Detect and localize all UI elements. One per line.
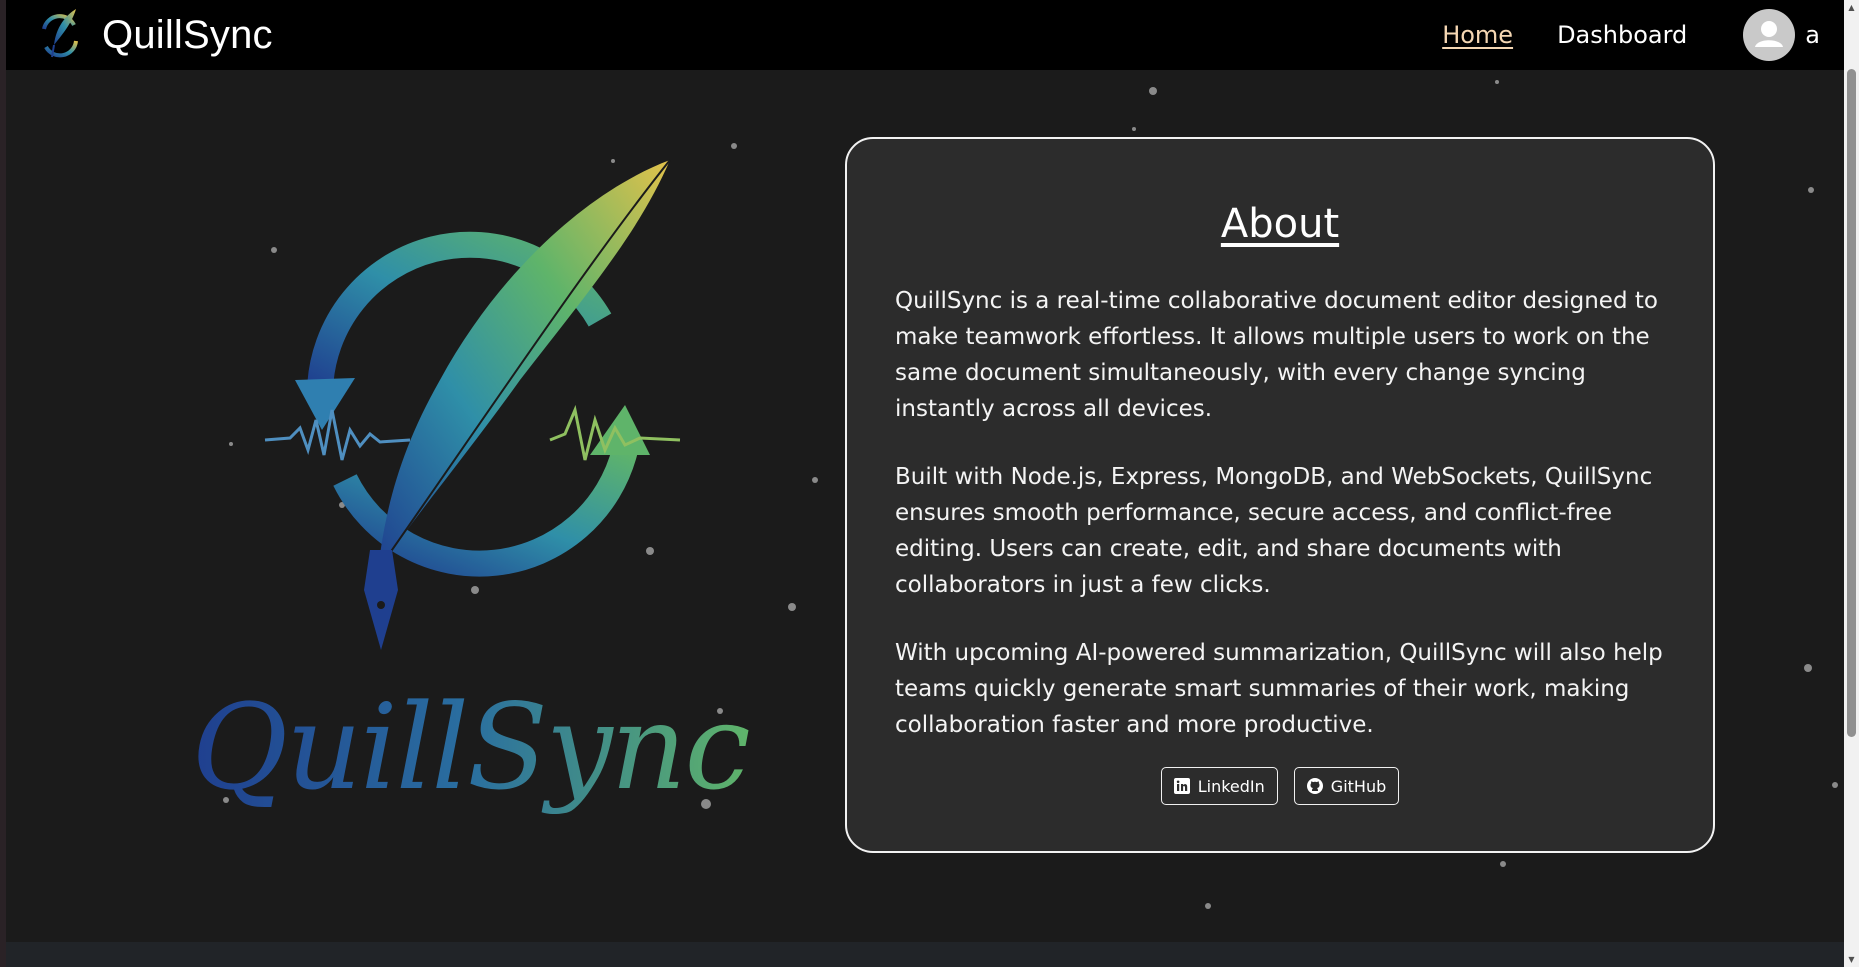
scroll-up-icon[interactable]: ▲ (1844, 0, 1859, 15)
nav-dashboard-link[interactable]: Dashboard (1557, 21, 1687, 49)
top-navbar: QuillSync Home Dashboard a (6, 0, 1844, 70)
about-paragraph-3: With upcoming AI-powered summarization, … (895, 640, 1663, 738)
hero-logo-wordmark: QuillSync (191, 678, 749, 816)
nav-home-link[interactable]: Home (1442, 21, 1513, 49)
about-title: About (1220, 201, 1340, 247)
scrollbar-thumb[interactable] (1847, 69, 1856, 737)
social-links: LinkedIn GitHub (847, 767, 1713, 805)
about-body: QuillSync is a real-time collaborative d… (895, 283, 1675, 775)
user-name: a (1805, 21, 1820, 49)
brand-link[interactable]: QuillSync (34, 5, 273, 65)
about-card: About QuillSync is a real-time collabora… (845, 137, 1715, 853)
page-scrollbar[interactable]: ▲ ▼ (1844, 0, 1859, 967)
footer-bar (6, 942, 1844, 967)
github-label: GitHub (1330, 776, 1387, 796)
quill-logo-icon (42, 9, 78, 58)
user-menu[interactable]: a (1743, 9, 1820, 61)
about-paragraph-2: Built with Node.js, Express, MongoDB, an… (895, 464, 1653, 598)
about-paragraph-1: QuillSync is a real-time collaborative d… (895, 288, 1658, 422)
user-avatar-icon (1743, 9, 1796, 61)
scroll-down-icon[interactable]: ▼ (1844, 952, 1859, 967)
github-button[interactable]: GitHub (1293, 767, 1400, 805)
left-edge-strip (0, 0, 6, 967)
linkedin-button[interactable]: LinkedIn (1160, 767, 1278, 805)
brand-name: QuillSync (102, 12, 273, 57)
github-icon (1306, 778, 1323, 794)
linkedin-icon (1173, 778, 1190, 794)
quillsync-hero-logo: QuillSync (191, 159, 751, 816)
linkedin-label: LinkedIn (1197, 776, 1265, 796)
nav-links: Home Dashboard a (1442, 0, 1844, 70)
